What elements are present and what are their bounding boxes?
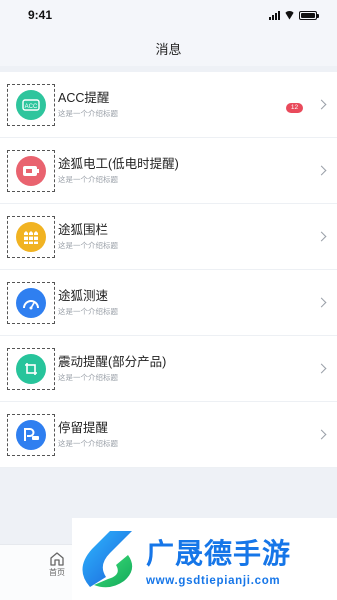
item-subtitle: 这是一个介绍标题 [58, 307, 118, 316]
item-icon-frame [7, 281, 55, 324]
speedometer-icon [16, 287, 46, 318]
watermark-logo [82, 531, 133, 588]
item-icon-frame [7, 347, 55, 390]
chevron-right-icon [316, 99, 327, 110]
item-title: 震动提醒(部分产品) [58, 355, 167, 369]
item-icon-frame [7, 413, 55, 456]
battery-icon [16, 155, 46, 186]
fence-icon [16, 221, 46, 252]
tab-home[interactable]: 首页 [42, 551, 72, 578]
status-bar: 9:41 [0, 0, 337, 30]
cellular-signal-icon [269, 10, 280, 20]
item-title: 停留提醒 [58, 421, 109, 435]
battery-status-icon [299, 10, 319, 20]
chevron-right-icon [316, 165, 327, 176]
chevron-right-icon [316, 429, 327, 440]
item-title: ACC提醒 [58, 91, 110, 105]
unread-badge: 12 [286, 103, 303, 113]
item-subtitle: 这是一个介绍标题 [58, 175, 118, 184]
item-title: 途狐围栏 [58, 223, 109, 237]
watermark-url: www.gsdtiepianji.com [146, 575, 281, 587]
list-item-fence[interactable]: 途狐围栏 这是一个介绍标题 [0, 204, 337, 270]
chevron-right-icon [316, 297, 327, 308]
item-title: 途狐电工(低电时提醒) [58, 157, 179, 171]
wifi-icon [284, 11, 295, 20]
tab-home-label: 首页 [49, 568, 65, 577]
home-icon [50, 552, 64, 566]
item-icon-frame: ACC [7, 83, 55, 126]
message-list: ACC ACC提醒 这是一个介绍标题 12 途狐电工(低电时提醒) 这是一个介绍… [0, 72, 337, 468]
parking-icon [16, 419, 46, 450]
item-subtitle: 这是一个介绍标题 [58, 373, 118, 382]
list-item-low-battery[interactable]: 途狐电工(低电时提醒) 这是一个介绍标题 [0, 138, 337, 204]
watermark-title: 广晟德手游 [146, 538, 292, 569]
svg-text:ACC: ACC [25, 104, 38, 110]
item-subtitle: 这是一个介绍标题 [58, 109, 118, 118]
list-item-acc[interactable]: ACC ACC提醒 这是一个介绍标题 12 [0, 72, 337, 138]
item-icon-frame [7, 149, 55, 192]
nav-bar: 消息 [0, 30, 337, 66]
item-subtitle: 这是一个介绍标题 [58, 439, 118, 448]
status-time: 9:41 [28, 8, 53, 22]
vibration-icon [16, 353, 46, 384]
list-item-parking[interactable]: 停留提醒 这是一个介绍标题 [0, 402, 337, 468]
page-title: 消息 [155, 41, 182, 57]
chevron-right-icon [316, 231, 327, 242]
acc-icon: ACC [16, 89, 46, 120]
chevron-right-icon [316, 363, 327, 374]
status-icons [269, 10, 319, 20]
item-title: 途狐测速 [58, 289, 109, 303]
watermark-banner: 广晟德手游 www.gsdtiepianji.com [72, 518, 337, 600]
list-item-speed[interactable]: 途狐测速 这是一个介绍标题 [0, 270, 337, 336]
list-item-vibration[interactable]: 震动提醒(部分产品) 这是一个介绍标题 [0, 336, 337, 402]
item-icon-frame [7, 215, 55, 258]
item-subtitle: 这是一个介绍标题 [58, 241, 118, 250]
